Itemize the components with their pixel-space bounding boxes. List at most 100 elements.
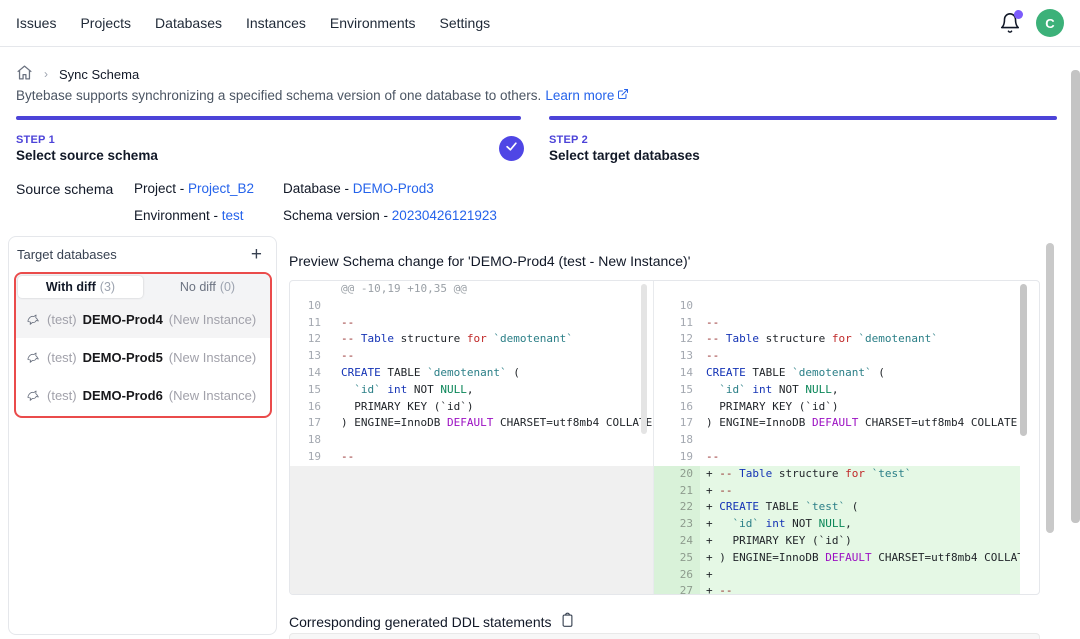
diff-line: 25+ ) ENGINE=InnoDB DEFAULT CHARSET=utf8…: [654, 550, 1020, 567]
sync-schema-page: Issues Projects Databases Instances Environm…: [0, 0, 1080, 639]
left-pane-scrollbar[interactable]: [641, 284, 647, 434]
target-suffix: (New Instance): [169, 350, 256, 365]
target-database-row[interactable]: (test)DEMO-Prod4(New Instance): [16, 300, 270, 338]
diff-line-code: + PRIMARY KEY (`id`): [700, 533, 1020, 550]
diff-line-code: + `id` int NOT NULL,: [700, 516, 1020, 533]
diff-line-number: 12: [654, 331, 700, 348]
diff-line: 24+ PRIMARY KEY (`id`): [654, 533, 1020, 550]
source-field: Database - DEMO-Prod3: [283, 181, 497, 196]
diff-line-code: + --: [700, 483, 1020, 500]
diff-line: 23+ `id` int NOT NULL,: [654, 516, 1020, 533]
diff-line-code: --: [700, 348, 1020, 365]
step1-progress-bar: [16, 116, 521, 120]
target-suffix: (New Instance): [169, 312, 256, 327]
schema-diff-editor[interactable]: @@ -10,19 +10,35 @@1011--12-- Table stru…: [289, 280, 1040, 595]
diff-line-number: 15: [654, 382, 700, 399]
content-scrollbar[interactable]: [1046, 243, 1054, 533]
diff-line: 12-- Table structure for `demotenant`: [654, 331, 1020, 348]
diff-line-number: 18: [290, 432, 332, 449]
diff-line: 12-- Table structure for `demotenant`: [290, 331, 653, 348]
target-database-row[interactable]: (test)DEMO-Prod6(New Instance): [16, 376, 270, 414]
diff-line: 20+ -- Table structure for `test`: [654, 466, 1020, 483]
copy-ddl-button[interactable]: [560, 612, 575, 631]
nav-item-issues[interactable]: Issues: [16, 15, 56, 31]
source-field-label: Project -: [134, 181, 188, 196]
diff-line-code: `id` int NOT NULL,: [332, 382, 653, 399]
diff-line-code: --: [700, 449, 1020, 466]
diff-line: [654, 281, 1020, 298]
diff-line: 18: [290, 432, 653, 449]
nav-item-instances[interactable]: Instances: [246, 15, 306, 31]
source-field-value-link[interactable]: 20230426121923: [392, 208, 497, 223]
diff-line-number: 18: [654, 432, 700, 449]
target-env: (test): [47, 388, 77, 403]
diff-line-number: 10: [290, 298, 332, 315]
source-field-value-link[interactable]: DEMO-Prod3: [353, 181, 434, 196]
diff-line-number: 11: [290, 315, 332, 332]
page-scrollbar[interactable]: [1071, 70, 1080, 523]
target-database-row[interactable]: (test) DEMO-Prod5 (New Instance): [16, 338, 270, 376]
diff-line-code: CREATE TABLE `demotenant` (: [700, 365, 1020, 382]
diff-line-code: +: [700, 567, 1020, 584]
diff-line: 17) ENGINE=InnoDB DEFAULT CHARSET=utf8mb…: [290, 415, 653, 432]
diff-line-number: 15: [290, 382, 332, 399]
diff-line: 15 `id` int NOT NULL,: [654, 382, 1020, 399]
nav-item-environments[interactable]: Environments: [330, 15, 416, 31]
diff-line: 10: [290, 298, 653, 315]
diff-line: 13--: [290, 348, 653, 365]
nav-item-databases[interactable]: Databases: [155, 15, 222, 31]
tab-label: With diff: [46, 280, 96, 294]
tab-count: (0): [220, 280, 235, 294]
source-field-value-link[interactable]: Project_B2: [188, 181, 254, 196]
diff-pane-modified[interactable]: 1011--12-- Table structure for `demotena…: [654, 281, 1020, 594]
mysql-icon: [26, 312, 41, 327]
avatar[interactable]: C: [1036, 9, 1064, 37]
diff-line: 11--: [654, 315, 1020, 332]
diff-line-code: CREATE TABLE `demotenant` (: [332, 365, 653, 382]
check-icon: [505, 140, 518, 158]
tab-count: (3): [100, 280, 115, 294]
diff-line-code: @@ -10,19 +10,35 @@: [332, 281, 653, 298]
nav-item-settings[interactable]: Settings: [440, 15, 491, 31]
step1-complete-badge: [499, 136, 524, 161]
diff-line-number: 16: [654, 399, 700, 416]
diff-line-number: 13: [654, 348, 700, 365]
diff-line-number: [290, 281, 332, 298]
diff-line-number: 23: [654, 516, 700, 533]
nav-item-projects[interactable]: Projects: [80, 15, 131, 31]
home-icon[interactable]: [16, 64, 33, 84]
diff-hunk-header: @@ -10,19 +10,35 @@: [290, 281, 653, 298]
add-target-database-button[interactable]: +: [251, 248, 262, 262]
diff-line-number: 21: [654, 483, 700, 500]
learn-more-link[interactable]: Learn more: [545, 88, 629, 103]
ddl-title-text: Corresponding generated DDL statements: [289, 614, 552, 630]
tab-no-diff[interactable]: No diff (0): [145, 274, 270, 300]
notification-dot: [1014, 10, 1023, 19]
intro-text: Bytebase supports synchronizing a specif…: [16, 88, 629, 103]
right-pane-scrollbar[interactable]: [1020, 284, 1027, 436]
tab-label: No diff: [180, 280, 216, 294]
diff-line-code: ) ENGINE=InnoDB DEFAULT CHARSET=utf8mb4 …: [332, 415, 653, 432]
diff-line-code: + ) ENGINE=InnoDB DEFAULT CHARSET=utf8mb…: [700, 550, 1020, 567]
diff-line: 14CREATE TABLE `demotenant` (: [654, 365, 1020, 382]
diff-line: 16 PRIMARY KEY (`id`): [290, 399, 653, 416]
diff-line: 21+ --: [654, 483, 1020, 500]
target-env: (test): [47, 350, 77, 365]
diff-line-number: 25: [654, 550, 700, 567]
target-name: DEMO-Prod5: [83, 350, 163, 365]
external-link-icon: [617, 88, 629, 103]
diff-filter-tabs: With diff (3) No diff (0): [16, 274, 270, 300]
top-nav: Issues Projects Databases Instances Environm…: [0, 0, 1080, 47]
diff-line: 14CREATE TABLE `demotenant` (: [290, 365, 653, 382]
notifications-button[interactable]: [999, 12, 1021, 34]
intro-description: Bytebase supports synchronizing a specif…: [16, 88, 541, 103]
tab-with-diff[interactable]: With diff (3): [18, 276, 143, 298]
source-field-value-link[interactable]: test: [222, 208, 244, 223]
step1-label: STEP 1: [16, 134, 55, 146]
diff-line: 16 PRIMARY KEY (`id`): [654, 399, 1020, 416]
nav-right: C: [999, 9, 1064, 37]
diff-line-number: 17: [654, 415, 700, 432]
diff-line-number: [654, 281, 700, 298]
diff-line-number: 12: [290, 331, 332, 348]
step2-progress-bar: [549, 116, 1057, 120]
